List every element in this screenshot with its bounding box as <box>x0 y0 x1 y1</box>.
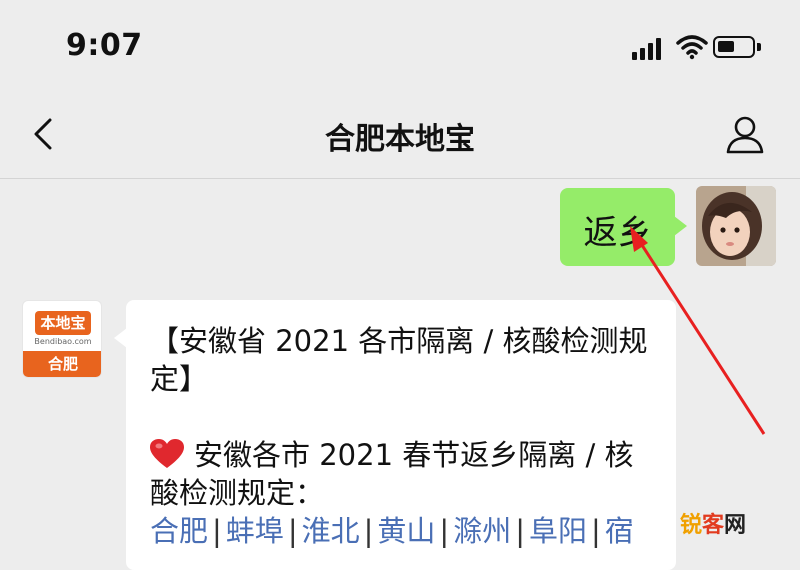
city-link-su[interactable]: 宿 <box>605 514 634 548</box>
logo-badge-text: 本地宝 <box>35 311 91 335</box>
battery-icon <box>713 36 755 58</box>
chat-header: 合肥本地宝 <box>0 92 800 179</box>
watermark-char-2: 客 <box>702 513 725 538</box>
city-link-hefei[interactable]: 合肥 <box>150 514 208 548</box>
city-link-huaibei[interactable]: 淮北 <box>302 514 360 548</box>
site-watermark: 锐客网 <box>680 507 746 539</box>
city-link-bengbu[interactable]: 蚌埠 <box>226 514 284 548</box>
message-body: 【安徽省 2021 各市隔离 / 核酸检测规定】 安徽各市 2021 春节返乡隔… <box>150 322 660 550</box>
user-avatar[interactable] <box>696 186 776 266</box>
received-message-bubble[interactable]: 【安徽省 2021 各市隔离 / 核酸检测规定】 安徽各市 2021 春节返乡隔… <box>114 300 676 570</box>
logo-site-text: Bendibao.com <box>34 337 92 346</box>
status-time: 9:07 <box>66 28 143 63</box>
cellular-signal-icon <box>632 38 662 60</box>
bendibao-logo: 本地宝 Bendibao.com <box>27 305 97 351</box>
status-bar: 9:07 <box>0 0 800 92</box>
official-account-avatar[interactable]: 本地宝 Bendibao.com 合肥 <box>22 300 102 378</box>
watermark-char-1: 锐 <box>680 513 703 538</box>
profile-icon[interactable] <box>722 112 768 158</box>
sent-message-bubble[interactable]: 返乡 <box>560 188 687 266</box>
heart-emoji-icon <box>150 439 184 468</box>
wifi-icon <box>676 35 708 60</box>
city-link-chuzhou[interactable]: 滁州 <box>453 514 511 548</box>
battery-tip <box>757 43 761 51</box>
message-subtitle-text: 安徽各市 2021 春节返乡隔离 / 核酸检测规定： <box>150 438 634 510</box>
watermark-char-3: 网 <box>724 513 747 538</box>
city-link-huangshan[interactable]: 黄山 <box>377 514 435 548</box>
child-photo-avatar <box>696 186 776 266</box>
logo-city-text: 合肥 <box>23 351 101 377</box>
message-title: 【安徽省 2021 各市隔离 / 核酸检测规定】 <box>150 324 648 396</box>
city-link-fuyang[interactable]: 阜阳 <box>529 514 587 548</box>
city-link-list: 合肥 | 蚌埠 | 淮北 | 黄山 | 滁州 | 阜阳 | 宿 <box>150 514 634 548</box>
sent-message-text: 返乡 <box>583 213 652 253</box>
message-subtitle: 安徽各市 2021 春节返乡隔离 / 核酸检测规定： <box>150 436 660 512</box>
chat-title: 合肥本地宝 <box>325 122 475 157</box>
